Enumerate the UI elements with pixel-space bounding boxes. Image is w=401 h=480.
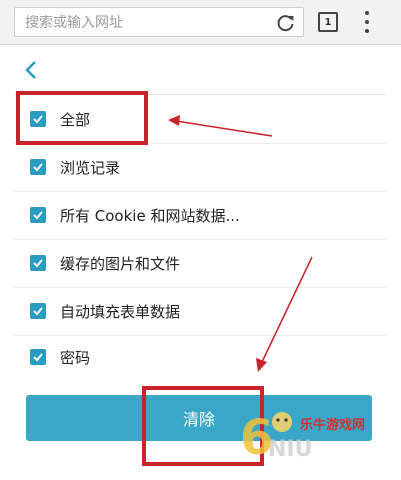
arrow-head-icon — [168, 115, 180, 126]
arrow-to-clear — [261, 256, 313, 363]
arrow-to-all — [175, 120, 273, 137]
watermark-text: 乐牛游戏网 — [300, 418, 366, 433]
svg-text:NIU: NIU — [268, 437, 312, 462]
arrow-head-icon — [256, 358, 267, 372]
